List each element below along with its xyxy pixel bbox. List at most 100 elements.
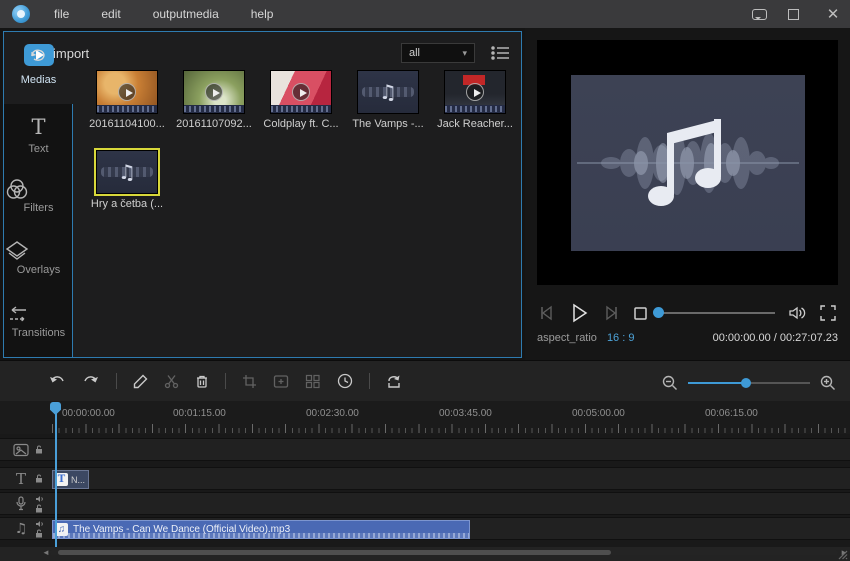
text-clip[interactable]: T N... [52,470,89,489]
music-track[interactable]: ♫ ♫ The Vamps - Can We Dance (Official V… [0,517,850,540]
sidebar-item-text[interactable]: T Text [4,116,73,155]
transitions-icon [10,306,26,323]
timeline-ruler[interactable]: 00:00:00.00 00:01:15.00 00:02:30.00 00:0… [0,401,850,434]
volume-button[interactable] [788,305,806,321]
lock-icon[interactable] [35,445,43,454]
audio-waveform-graphic [576,118,799,206]
duration-button[interactable] [337,373,353,389]
close-icon[interactable]: ✕ [824,5,842,23]
sidebar: Medias T Text Filters Overlays Transitio… [4,32,73,357]
media-item[interactable]: 20161104100... [87,70,167,130]
lock-icon[interactable] [35,474,43,483]
split-button[interactable] [164,374,179,389]
play-overlay-icon [205,83,223,101]
menubar: file edit outputmedia help [40,3,287,25]
audio-thumbnail: ♫ [94,148,160,196]
lock-icon[interactable] [35,504,43,513]
sidebar-item-transitions[interactable]: Transitions [4,304,73,339]
resize-grip-icon[interactable] [838,550,848,560]
media-item[interactable]: Jack Reacher... [435,70,515,130]
timeline-tracks: T T N... ♫ ♫ The Vamps - Can We Dance (O… [0,434,850,547]
speaker-icon[interactable] [35,520,44,528]
music-clip[interactable]: ♫ The Vamps - Can We Dance (Official Vid… [52,520,470,539]
timeline-toolbar [0,367,850,395]
overlays-icon [5,241,29,260]
media-item-selected[interactable]: ♫ Hry a četba (... [87,148,167,210]
play-overlay-icon [118,83,136,101]
media-item[interactable]: ♫ The Vamps -... [348,70,428,130]
import-button[interactable]: import [28,45,89,61]
play-overlay-icon [466,83,484,101]
chevron-down-icon: ▾ [462,47,467,58]
media-item[interactable]: Coldplay ft. C... [261,70,341,130]
video-thumbnail [183,70,245,114]
ruler-label: 00:03:45.00 [439,408,492,419]
crop-button[interactable] [242,374,257,389]
preview-frame [570,74,805,251]
maximize-icon[interactable] [788,8,806,20]
clip-waveform [53,533,469,538]
zoom-clip-button[interactable] [273,374,289,389]
play-button[interactable] [569,303,589,323]
scrollbar-thumb[interactable] [58,550,611,555]
playhead-line[interactable] [55,404,57,547]
timeline-hscrollbar[interactable]: ◄ ► [0,548,850,557]
zoom-out-icon[interactable] [662,375,678,391]
menu-help[interactable]: help [237,3,288,25]
stop-button[interactable] [633,306,648,321]
export-clip-button[interactable] [386,373,402,389]
media-item[interactable]: 20161107092... [174,70,254,130]
video-track[interactable] [0,438,850,461]
music-note-icon: ♫ [118,160,136,184]
text-track-icon: T [15,469,26,488]
ruler-label: 00:01:15.00 [173,408,226,419]
edit-button[interactable] [133,374,148,389]
titlebar: file edit outputmedia help ✕ [0,0,850,28]
step-forward-button[interactable] [603,305,619,321]
preview-panel: aspect_ratio 16 : 9 00:00:00.00 / 00:27:… [525,28,850,360]
ruler-label: 00:06:15.00 [705,408,758,419]
lock-icon[interactable] [35,529,43,538]
music-track-icon: ♫ [14,520,28,537]
zoom-slider-handle[interactable] [741,378,751,388]
delete-button[interactable] [195,374,209,389]
aspect-ratio-label: aspect_ratio [537,332,597,344]
media-filter-select[interactable]: all ▾ [401,43,475,63]
timeline-zoom-controls [662,375,836,391]
aspect-ratio-value[interactable]: 16 : 9 [607,332,635,344]
step-backward-button[interactable] [539,305,555,321]
speaker-icon[interactable] [35,495,44,503]
sidebar-item-medias[interactable]: Medias [4,32,73,104]
sidebar-item-filters[interactable]: Filters [4,177,73,214]
preview-stage [537,40,838,285]
video-thumbnail [444,70,506,114]
undo-button[interactable] [48,374,66,389]
scroll-left-icon[interactable]: ◄ [42,548,50,557]
text-track[interactable]: T T N... [0,467,850,490]
media-library-panel: Medias T Text Filters Overlays Transitio… [3,31,522,358]
feedback-icon[interactable] [752,8,770,20]
voice-track[interactable] [0,492,850,515]
seek-handle[interactable] [653,307,664,318]
transport-controls [525,296,850,330]
audio-thumbnail: ♫ [357,70,419,114]
app-logo-icon [12,5,30,23]
mosaic-button[interactable] [305,374,321,389]
timeline-zoom-slider[interactable] [688,377,810,389]
menu-edit[interactable]: edit [87,3,134,25]
video-track-icon [12,443,30,457]
menu-file[interactable]: file [40,3,83,25]
text-icon: T [31,115,46,139]
video-thumbnail [270,70,332,114]
seek-slider[interactable] [655,312,775,314]
zoom-in-icon[interactable] [820,375,836,391]
sidebar-item-overlays[interactable]: Overlays [4,239,73,276]
fullscreen-button[interactable] [820,305,836,321]
list-view-icon [491,46,509,60]
redo-button[interactable] [82,374,100,389]
preview-timecode: 00:00:00.00 / 00:27:07.23 [712,332,838,344]
list-view-toggle[interactable] [490,44,510,62]
menu-outputmedia[interactable]: outputmedia [139,3,233,25]
ruler-label: 00:00:00.00 [62,408,115,419]
timeline-panel: 00:00:00.00 00:01:15.00 00:02:30.00 00:0… [0,360,850,561]
